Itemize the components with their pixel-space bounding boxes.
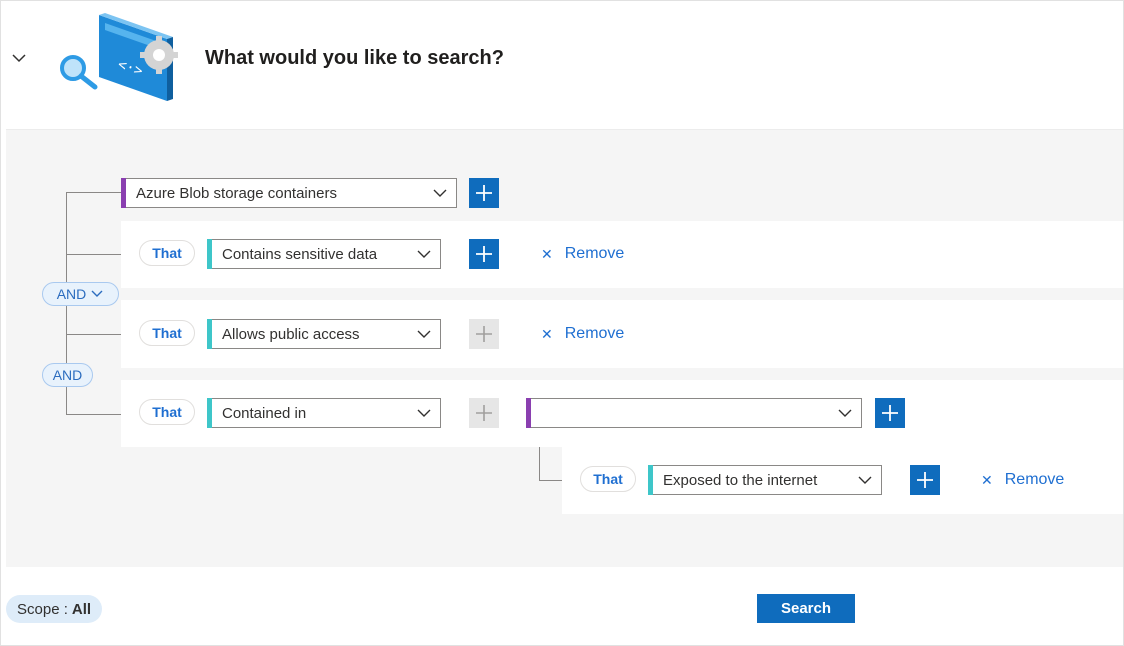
that-label: That — [139, 240, 195, 266]
tree-connector — [539, 480, 562, 481]
chevron-down-icon — [433, 189, 447, 197]
close-icon: ✕ — [541, 325, 553, 342]
tree-connector — [539, 447, 540, 481]
dropdown-accent — [207, 239, 212, 269]
add-condition-button[interactable] — [875, 398, 905, 428]
chevron-down-icon — [417, 409, 431, 417]
remove-label: Remove — [1004, 471, 1065, 488]
dropdown-accent — [207, 319, 212, 349]
add-condition-button[interactable] — [469, 239, 499, 269]
remove-condition-link[interactable]: ✕ Remove — [541, 324, 624, 344]
scope-badge[interactable]: Scope : All — [6, 595, 103, 623]
chevron-down-icon — [858, 476, 872, 484]
nested-condition-dropdown[interactable]: Exposed to the internet — [648, 465, 882, 495]
chevron-down-icon — [91, 290, 103, 297]
condition-dropdown[interactable]: Allows public access — [207, 319, 441, 349]
plus-icon — [882, 405, 898, 421]
dropdown-value: Exposed to the internet — [663, 471, 818, 489]
dropdown-value: Contains sensitive data — [222, 245, 378, 263]
add-condition-button[interactable] — [910, 465, 940, 495]
tree-connector — [66, 192, 121, 193]
search-panel: <·> What would you like to search? AND A… — [0, 0, 1124, 646]
scope-label: Scope : — [17, 600, 68, 618]
query-builder: AND AND Azure Blob storage containers Th… — [6, 129, 1123, 567]
page-title: What would you like to search? — [205, 47, 504, 69]
search-button[interactable]: Search — [757, 594, 855, 623]
operator-label: AND — [52, 367, 83, 383]
condition-dropdown[interactable]: Contained in — [207, 398, 441, 428]
and-operator-dropdown[interactable]: AND — [42, 282, 119, 306]
remove-condition-link[interactable]: ✕ Remove — [541, 244, 624, 264]
add-condition-button-disabled — [469, 319, 499, 349]
target-resource-dropdown[interactable] — [526, 398, 862, 428]
add-condition-button-disabled — [469, 398, 499, 428]
close-icon: ✕ — [981, 471, 993, 488]
remove-label: Remove — [564, 245, 625, 262]
add-condition-button[interactable] — [469, 178, 499, 208]
that-label: That — [139, 320, 195, 346]
operator-label: AND — [56, 286, 87, 302]
dropdown-accent — [207, 398, 212, 428]
remove-condition-link[interactable]: ✕ Remove — [981, 470, 1064, 490]
tree-connector — [66, 254, 121, 255]
dropdown-accent — [526, 398, 531, 428]
plus-icon — [476, 185, 492, 201]
that-label: That — [580, 466, 636, 492]
chevron-down-icon[interactable] — [10, 51, 28, 65]
dropdown-value: Allows public access — [222, 325, 360, 343]
dropdown-accent — [648, 465, 653, 495]
that-label: That — [139, 399, 195, 425]
close-icon: ✕ — [541, 245, 553, 262]
chevron-down-icon — [417, 330, 431, 338]
condition-dropdown[interactable]: Contains sensitive data — [207, 239, 441, 269]
plus-icon — [476, 405, 492, 421]
scope-value: All — [71, 600, 92, 618]
plus-icon — [476, 246, 492, 262]
dropdown-accent — [121, 178, 126, 208]
search-code-illustration: <·> — [55, 13, 185, 105]
dropdown-value: Contained in — [222, 404, 307, 422]
tree-connector — [66, 334, 121, 335]
dropdown-value: Azure Blob storage containers — [136, 184, 337, 202]
resource-type-dropdown[interactable]: Azure Blob storage containers — [121, 178, 457, 208]
chevron-down-icon — [417, 250, 431, 258]
remove-label: Remove — [564, 325, 625, 342]
chevron-down-icon — [838, 409, 852, 417]
tree-connector — [66, 414, 121, 415]
plus-icon — [476, 326, 492, 342]
plus-icon — [917, 472, 933, 488]
and-operator[interactable]: AND — [42, 363, 93, 387]
